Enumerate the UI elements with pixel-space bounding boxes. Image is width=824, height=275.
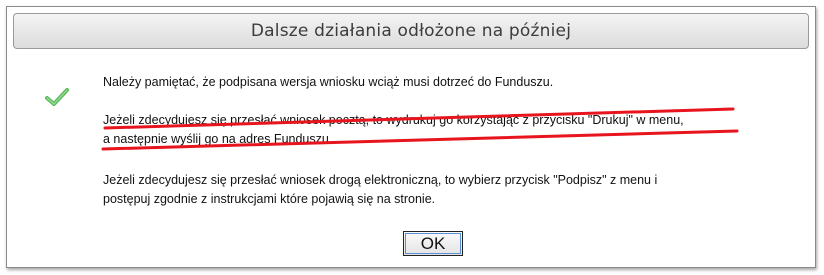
dialog-window: Dalsze działania odłożone na później Nal… bbox=[6, 6, 816, 268]
message-electronic-line-1: Jeżeli zdecydujesz się przesłać wniosek … bbox=[103, 173, 658, 187]
message-reminder: Należy pamiętać, że podpisana wersja wni… bbox=[103, 73, 803, 92]
message-postal-line-1: Jeżeli zdecydujesz się przesłać wniosek … bbox=[103, 113, 684, 127]
message-electronic: Jeżeli zdecydujesz się przesłać wniosek … bbox=[103, 171, 803, 209]
message-postal-line-2: a następnie wyślij go na adres Funduszu. bbox=[103, 132, 333, 146]
dialog-title: Dalsze działania odłożone na później bbox=[250, 21, 572, 41]
check-icon bbox=[45, 88, 69, 106]
message-postal-struck: Jeżeli zdecydujesz się przesłać wniosek … bbox=[103, 111, 803, 149]
message-electronic-line-2: postępuj zgodnie z instrukcjami które po… bbox=[103, 192, 436, 206]
dialog-content: Należy pamiętać, że podpisana wersja wni… bbox=[7, 49, 815, 267]
message-reminder-line: Należy pamiętać, że podpisana wersja wni… bbox=[103, 75, 554, 89]
dialog-title-bar[interactable]: Dalsze działania odłożone na później bbox=[13, 13, 809, 49]
ok-button[interactable]: OK bbox=[403, 231, 463, 256]
